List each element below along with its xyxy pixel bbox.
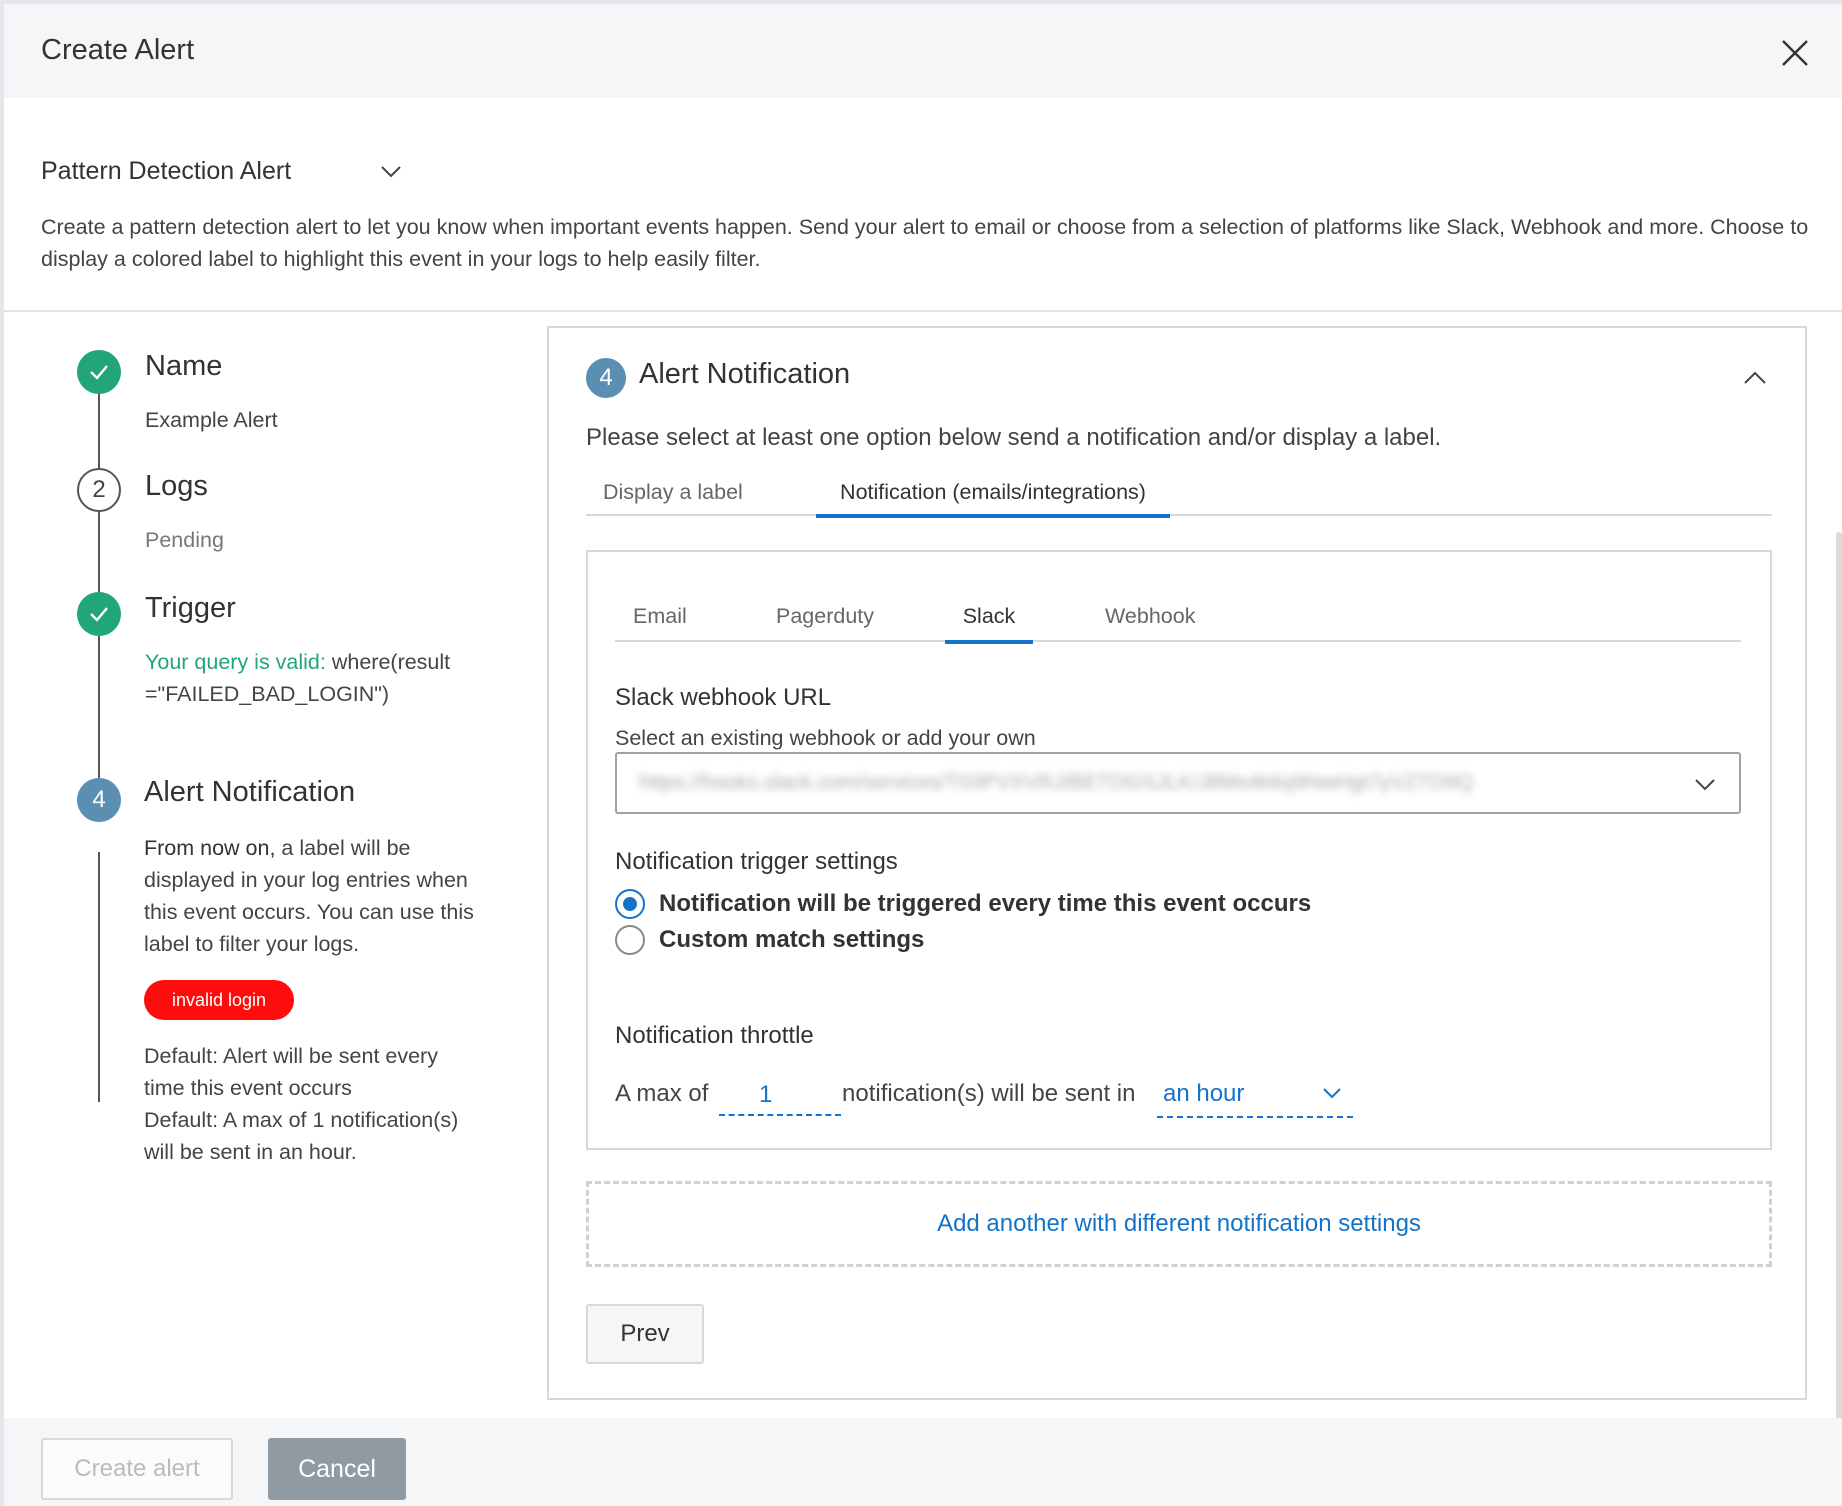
- dialog-title: Create Alert: [41, 34, 195, 66]
- throttle-count-input[interactable]: [719, 1076, 841, 1116]
- scrollbar[interactable]: [1836, 532, 1842, 1422]
- chevron-down-icon: [1323, 1088, 1341, 1099]
- active-tab-indicator: [945, 640, 1033, 644]
- label-badge: invalid login: [144, 980, 295, 1020]
- alert-description: Create a pattern detection alert to let …: [41, 215, 1809, 271]
- check-icon: [90, 607, 108, 622]
- alert-type-select[interactable]: Pattern Detection Alert: [41, 154, 401, 188]
- step-logs-title: Logs: [145, 470, 208, 502]
- throttle-middle-text: notification(s) will be sent in: [842, 1080, 1136, 1107]
- chevron-up-icon: [1744, 371, 1766, 384]
- query-valid-label: Your query is valid:: [145, 650, 326, 674]
- step-name-done-icon: [77, 350, 121, 394]
- slack-webhook-select[interactable]: https://hooks.slack.com/services/T03PVXV…: [615, 752, 1741, 814]
- add-another-notification-button[interactable]: Add another with different notification …: [586, 1181, 1772, 1267]
- tab-label: Webhook: [1105, 604, 1196, 628]
- trigger-settings-label: Notification trigger settings: [615, 848, 898, 875]
- default-throttle-text: Default: A max of 1 notification(s) will…: [144, 1108, 459, 1164]
- tab-label: Display a label: [603, 480, 743, 504]
- tab-display-label[interactable]: Display a label: [603, 466, 773, 516]
- prev-button[interactable]: Prev: [586, 1304, 704, 1364]
- step-notification-text: From now on, a label will be displayed i…: [144, 832, 494, 960]
- step-notification-title: Alert Notification: [144, 776, 356, 808]
- step-list: Name Example Alert 2 Logs Pending Trigge…: [4, 312, 544, 1412]
- step-connector: [98, 370, 100, 778]
- active-tab-indicator: [816, 514, 1170, 518]
- dialog-header: Create Alert: [4, 4, 1842, 98]
- close-icon: [1782, 40, 1808, 66]
- tab-label: Email: [633, 604, 687, 628]
- notification-type-tabs: Display a label Notification (emails/int…: [586, 466, 1772, 518]
- cancel-button[interactable]: Cancel: [268, 1438, 406, 1500]
- dialog-footer: Create alert Cancel: [4, 1418, 1842, 1506]
- create-alert-button[interactable]: Create alert: [41, 1438, 233, 1500]
- tab-label: Pagerduty: [776, 604, 875, 628]
- alert-notification-panel: 4 Alert Notification Please select at le…: [547, 326, 1807, 1400]
- step-name-title: Name: [145, 350, 223, 382]
- notification-settings-box: Email Pagerduty Slack Webhook Slack webh…: [586, 550, 1772, 1150]
- default-frequency-text: Default: Alert will be sent every time t…: [144, 1044, 438, 1100]
- tab-label: Slack: [962, 604, 1016, 628]
- step-logs-subtitle: Pending: [145, 528, 224, 552]
- chevron-down-icon: [381, 166, 401, 178]
- integration-tabs: Email Pagerduty Slack Webhook: [615, 590, 1741, 644]
- throttle-period-value: an hour: [1163, 1080, 1245, 1107]
- panel-step-number: 4: [586, 358, 626, 398]
- close-button[interactable]: [1778, 36, 1812, 70]
- tab-email[interactable]: Email: [633, 590, 687, 642]
- check-icon: [90, 365, 108, 380]
- panel-title: Alert Notification: [639, 358, 851, 390]
- tab-label: Notification (emails/integrations): [840, 480, 1146, 504]
- slack-webhook-hint: Select an existing webhook or add your o…: [615, 726, 1036, 750]
- create-alert-dialog: Create Alert Pattern Detection Alert Cre…: [0, 0, 1842, 1506]
- throttle-period-select[interactable]: an hour: [1157, 1076, 1353, 1118]
- throttle-row: A max of notification(s) will be sent in…: [615, 1076, 1741, 1118]
- step-trigger-done-icon: [77, 592, 121, 636]
- radio-label: Custom match settings: [659, 926, 925, 953]
- radio-button[interactable]: [615, 925, 645, 955]
- throttle-prefix: A max of: [615, 1080, 709, 1107]
- collapse-button[interactable]: [1741, 364, 1769, 392]
- radio-custom-match[interactable]: Custom match settings: [615, 924, 924, 956]
- throttle-label: Notification throttle: [615, 1022, 814, 1049]
- step-name-subtitle: Example Alert: [145, 408, 278, 432]
- webhook-url-value: https://hooks.slack.com/services/T03PVXV…: [639, 771, 1474, 794]
- tab-slack[interactable]: Slack: [945, 590, 1033, 644]
- step-notification-number: 4: [77, 778, 121, 822]
- step-trigger-title: Trigger: [145, 592, 236, 624]
- tab-notification[interactable]: Notification (emails/integrations): [816, 466, 1170, 518]
- alert-type-value: Pattern Detection Alert: [41, 156, 292, 185]
- chevron-down-icon: [1695, 779, 1715, 791]
- tab-pagerduty[interactable]: Pagerduty: [776, 590, 874, 642]
- step-trigger-subtitle: Your query is valid: where(result="FAILE…: [145, 646, 475, 710]
- step-connector: [98, 852, 100, 1102]
- slack-webhook-label: Slack webhook URL: [615, 684, 832, 711]
- radio-button-selected[interactable]: [615, 889, 645, 919]
- from-now-on-text: From now on,: [144, 836, 276, 860]
- tab-webhook[interactable]: Webhook: [1105, 590, 1195, 642]
- step-logs-number: 2: [77, 468, 121, 512]
- radio-every-time[interactable]: Notification will be triggered every tim…: [615, 888, 1311, 920]
- radio-label: Notification will be triggered every tim…: [659, 890, 1312, 917]
- panel-intro: Please select at least one option below …: [586, 424, 1442, 451]
